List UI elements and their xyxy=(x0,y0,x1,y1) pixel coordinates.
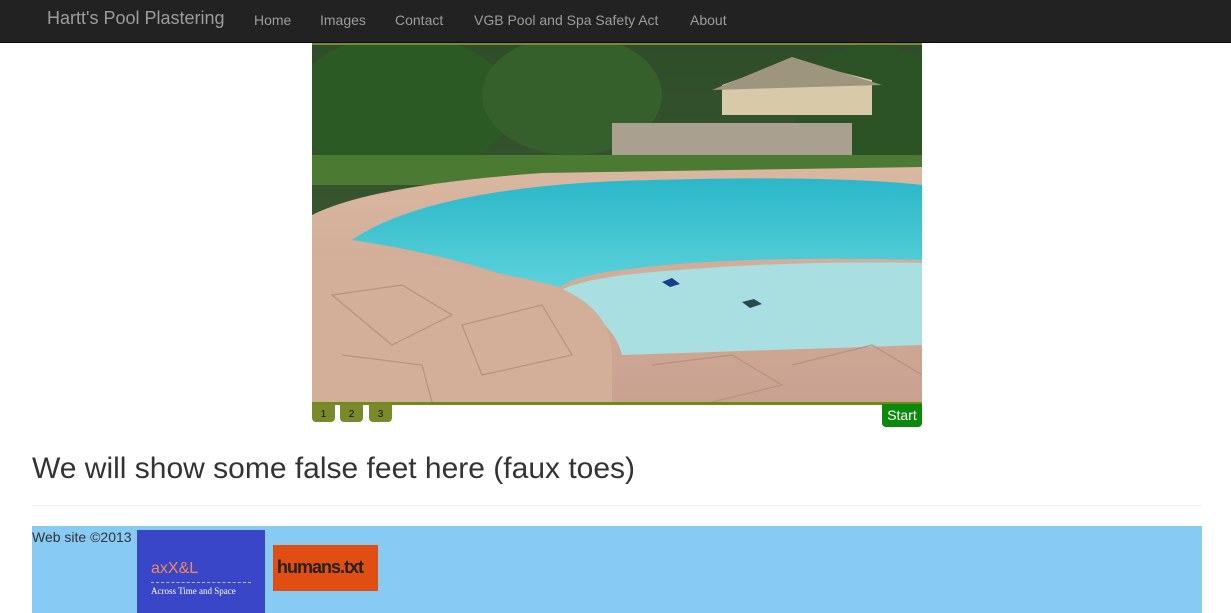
nav-images[interactable]: Images xyxy=(320,10,366,30)
slider-start-button[interactable]: Start xyxy=(882,404,922,427)
footer: Web site ©2013 axX&L Across Time and Spa… xyxy=(32,526,1202,613)
nav-about[interactable]: About xyxy=(690,10,727,30)
axxel-tagline: Across Time and Space xyxy=(151,586,236,596)
divider xyxy=(32,505,1202,506)
slider-pager-2[interactable]: 2 xyxy=(340,404,363,422)
humans-txt-label: humans.txt xyxy=(277,557,364,577)
nav-home[interactable]: Home xyxy=(254,10,291,30)
humans-txt-badge[interactable]: humans.txt xyxy=(273,545,378,591)
slider-pager-3[interactable]: 3 xyxy=(369,404,392,422)
page-headline: We will show some false feet here (faux … xyxy=(32,452,636,485)
axxel-logo-text: axX&L xyxy=(151,560,199,577)
axxel-badge[interactable]: axX&L Across Time and Space xyxy=(137,530,265,613)
axxel-divider xyxy=(151,582,251,583)
nav-vgb-act[interactable]: VGB Pool and Spa Safety Act xyxy=(474,10,658,30)
pool-photo xyxy=(312,45,922,402)
nav-contact[interactable]: Contact xyxy=(395,10,443,30)
copyright-text: Web site ©2013 xyxy=(32,529,132,545)
navbar: Hartt's Pool Plastering Home Images Cont… xyxy=(0,0,1231,43)
image-slider xyxy=(312,43,922,405)
slider-pager-1[interactable]: 1 xyxy=(312,404,335,422)
brand-link[interactable]: Hartt's Pool Plastering xyxy=(47,8,225,28)
